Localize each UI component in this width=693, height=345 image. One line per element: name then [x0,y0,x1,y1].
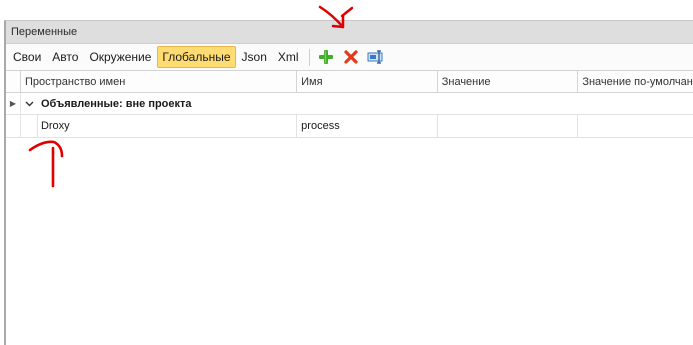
group-label: Объявленные: вне проекта [41,97,192,110]
delete-variable-button[interactable] [340,47,362,67]
column-header-namespace[interactable]: Пространство имен [21,71,298,92]
grid-header: Пространство имен Имя Значение Значение … [6,71,693,93]
tab-auto[interactable]: Авто [47,46,83,68]
delete-x-icon [343,50,358,64]
panel-titlebar: Переменные [6,21,693,44]
tab-global[interactable]: Глобальные [157,46,236,68]
tab-xml[interactable]: Xml [273,46,304,68]
cell-name-text: process [301,120,340,132]
toolbar-separator [308,48,310,66]
column-header-value[interactable]: Значение [438,71,579,92]
cell-value[interactable] [438,115,579,137]
chevron-down-icon[interactable] [25,101,34,107]
row-indicator-arrow-icon: ▶ [6,93,21,114]
table-row[interactable]: Droxy process [6,115,693,138]
header-indicator-cell [6,71,21,92]
panel-title: Переменные [11,26,78,38]
cell-namespace[interactable]: Droxy [21,115,298,137]
tab-json[interactable]: Json [237,46,272,68]
cell-name[interactable]: process [297,115,438,137]
rename-icon [367,50,383,64]
tab-own[interactable]: Свои [8,46,46,68]
variables-grid: Пространство имен Имя Значение Значение … [6,71,693,138]
cell-namespace-text: Droxy [40,120,70,132]
group-indent [21,115,38,137]
plus-icon [318,50,333,64]
cell-default-value[interactable] [578,115,693,137]
group-row[interactable]: ▶ Объявленные: вне проекта [6,93,693,115]
row-indicator-cell [6,115,21,137]
rename-variable-button[interactable] [365,47,387,67]
tab-environment[interactable]: Окружение [84,46,156,68]
variables-panel: Переменные Свои Авто Окружение Глобальны… [4,20,693,345]
variables-toolbar: Свои Авто Окружение Глобальные Json Xml [6,44,693,71]
add-variable-button[interactable] [315,47,337,67]
column-header-default-value[interactable]: Значение по-умолчан [578,71,693,92]
column-header-name[interactable]: Имя [297,71,438,92]
